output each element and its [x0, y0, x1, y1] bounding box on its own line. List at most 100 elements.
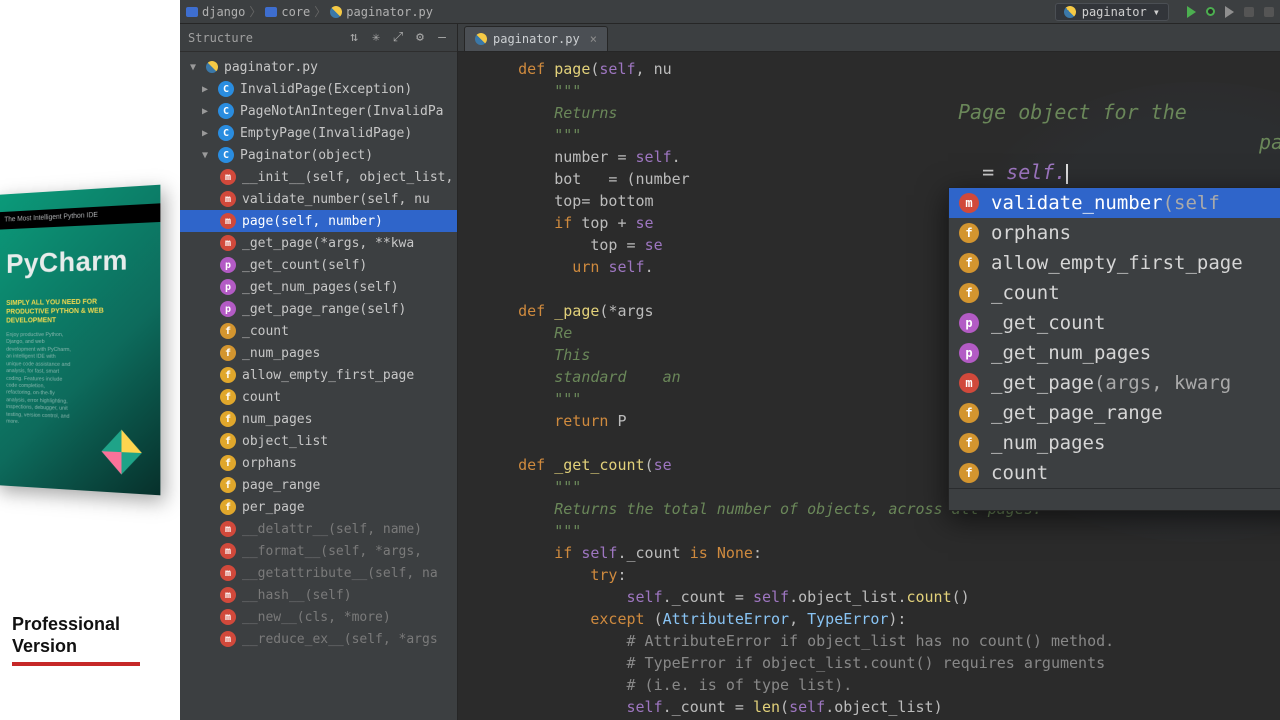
toolbar-button[interactable]	[1244, 7, 1254, 17]
autocomplete-item[interactable]: p_get_countPaginator	[949, 308, 1280, 338]
autocomplete-item[interactable]: fcount	[949, 458, 1280, 488]
method-icon: m	[220, 631, 236, 647]
class-icon: C	[218, 81, 234, 97]
run-with-coverage-button[interactable]	[1225, 6, 1234, 18]
tree-method[interactable]: m__reduce_ex__(self, *args	[180, 628, 457, 650]
autocomplete-item[interactable]: fallow_empty_first_pagePaginator	[949, 248, 1280, 278]
field-icon: f	[220, 499, 236, 515]
toolbar-button[interactable]	[1264, 7, 1274, 17]
structure-tree[interactable]: ▼paginator.py ▶CInvalidPage(Exception) ▶…	[180, 52, 457, 720]
autocomplete-item[interactable]: f_get_page_range	[949, 398, 1280, 428]
breadcrumb[interactable]: django 〉 core 〉 paginator.py	[186, 3, 433, 20]
property-icon: p	[220, 257, 236, 273]
autocomplete-item[interactable]: mvalidate_number(selfPaginator	[949, 188, 1280, 218]
tree-property[interactable]: p_get_num_pages(self)	[180, 276, 457, 298]
autocomplete-item[interactable]: p_get_num_pagesPaginator	[949, 338, 1280, 368]
method-icon: m	[959, 373, 979, 393]
hide-icon[interactable]: ―	[435, 31, 449, 45]
folder-icon	[265, 7, 277, 17]
tree-class[interactable]: ▼CPaginator(object)	[180, 144, 457, 166]
field-icon: f	[959, 463, 979, 483]
edition-underline	[12, 662, 140, 666]
tree-field[interactable]: fallow_empty_first_page	[180, 364, 457, 386]
ide-window: django 〉 core 〉 paginator.py paginator ▾…	[180, 0, 1280, 720]
tree-method-selected[interactable]: mpage(self, number)	[180, 210, 457, 232]
close-icon[interactable]: ×	[590, 32, 597, 46]
autocomplete-item[interactable]: forphansPaginator	[949, 218, 1280, 248]
editor-tabs: paginator.py ×	[458, 24, 1280, 52]
property-icon: p	[959, 313, 979, 333]
field-icon: f	[220, 389, 236, 405]
python-file-icon	[1064, 6, 1076, 18]
autocomplete-item[interactable]: f_num_pages	[949, 428, 1280, 458]
code-area[interactable]: def page(self, nu """ Returns """ number…	[458, 52, 1280, 720]
tree-field[interactable]: f_num_pages	[180, 342, 457, 364]
field-icon: f	[220, 323, 236, 339]
tree-method[interactable]: m__delattr__(self, name)	[180, 518, 457, 540]
tree-file[interactable]: ▼paginator.py	[180, 56, 457, 78]
magnified-code: Page object for the page number. = self.	[958, 97, 1280, 187]
promo-subtitle: SIMPLY ALL YOU NEED FOR PRODUCTIVE PYTHO…	[6, 297, 138, 326]
field-icon: f	[220, 477, 236, 493]
field-icon: f	[220, 455, 236, 471]
method-icon: m	[220, 213, 236, 229]
promo-paragraph: Enjoy productive Python, Django, and web…	[6, 332, 72, 428]
tree-class[interactable]: ▶CInvalidPage(Exception)	[180, 78, 457, 100]
tree-field[interactable]: fcount	[180, 386, 457, 408]
structure-tool-window: Structure ⇅ ✳ ⤢ ⚙ ― ▼paginator.py ▶CInva…	[180, 24, 458, 720]
field-icon: f	[959, 283, 979, 303]
field-icon: f	[959, 223, 979, 243]
tree-field[interactable]: forphans	[180, 452, 457, 474]
run-button[interactable]	[1187, 6, 1196, 18]
crumb-django[interactable]: django	[202, 5, 245, 19]
property-icon: p	[220, 301, 236, 317]
method-icon: m	[220, 235, 236, 251]
tree-method[interactable]: m__getattribute__(self, na	[180, 562, 457, 584]
expand-icon[interactable]: ✳	[369, 31, 383, 45]
field-icon: f	[959, 433, 979, 453]
chevron-down-icon: ▾	[1153, 5, 1160, 19]
tree-method[interactable]: m__new__(cls, *more)	[180, 606, 457, 628]
method-icon: m	[220, 587, 236, 603]
tree-field[interactable]: fpage_range	[180, 474, 457, 496]
tree-method[interactable]: mvalidate_number(self, nu	[180, 188, 457, 210]
tree-field[interactable]: f_count	[180, 320, 457, 342]
tree-field[interactable]: fnum_pages	[180, 408, 457, 430]
collapse-icon[interactable]: ⤢	[391, 31, 405, 45]
gear-icon[interactable]: ⚙	[413, 31, 427, 45]
tree-class[interactable]: ▶CEmptyPage(InvalidPage)	[180, 122, 457, 144]
method-icon: m	[959, 193, 979, 213]
tree-method[interactable]: m__hash__(self)	[180, 584, 457, 606]
python-file-icon	[206, 61, 218, 73]
tree-method[interactable]: m__init__(self, object_list,	[180, 166, 457, 188]
tree-property[interactable]: p_get_count(self)	[180, 254, 457, 276]
field-icon: f	[220, 345, 236, 361]
property-icon: p	[959, 343, 979, 363]
class-icon: C	[218, 103, 234, 119]
tree-field[interactable]: fper_page	[180, 496, 457, 518]
class-icon: C	[218, 125, 234, 141]
promo-box: The Most Intelligent Python IDE PyCharm …	[0, 185, 160, 496]
method-icon: m	[220, 191, 236, 207]
crumb-file[interactable]: paginator.py	[346, 5, 433, 19]
property-icon: p	[220, 279, 236, 295]
editor-tab[interactable]: paginator.py ×	[464, 26, 608, 51]
sort-icon[interactable]: ⇅	[347, 31, 361, 45]
field-icon: f	[220, 411, 236, 427]
field-icon: f	[959, 253, 979, 273]
autocomplete-item[interactable]: f_countPaginator	[949, 278, 1280, 308]
tree-property[interactable]: p_get_page_range(self)	[180, 298, 457, 320]
method-icon: m	[220, 609, 236, 625]
method-icon: m	[220, 565, 236, 581]
run-config-selector[interactable]: paginator ▾	[1055, 3, 1169, 21]
tree-method[interactable]: m__format__(self, *args,	[180, 540, 457, 562]
python-file-icon	[330, 6, 342, 18]
tree-method[interactable]: m_get_page(*args, **kwa	[180, 232, 457, 254]
folder-icon	[186, 7, 198, 17]
tree-class[interactable]: ▶CPageNotAnInteger(InvalidPa	[180, 100, 457, 122]
autocomplete-popup[interactable]: mvalidate_number(selfPaginator forphansP…	[948, 187, 1280, 511]
autocomplete-item[interactable]: m_get_page(args, kwargPaginator	[949, 368, 1280, 398]
tree-field[interactable]: fobject_list	[180, 430, 457, 452]
crumb-core[interactable]: core	[281, 5, 310, 19]
debug-button[interactable]	[1206, 7, 1215, 16]
